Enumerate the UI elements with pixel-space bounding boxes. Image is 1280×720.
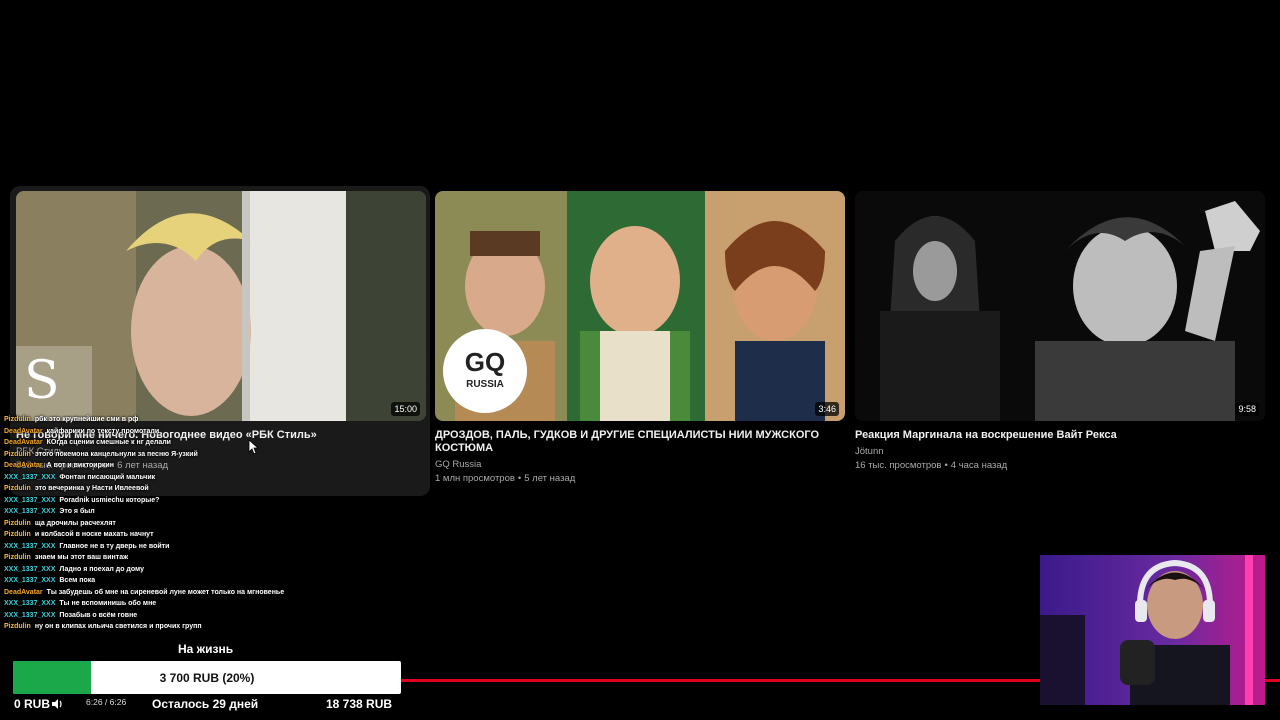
chat-text: кайфарики по тексту промотали — [46, 427, 160, 435]
chat-text: Это я был — [59, 508, 95, 515]
chat-text: А вот и виктоиркин — [46, 462, 114, 469]
goal-current: 0 RUB — [14, 697, 51, 711]
video-title[interactable]: ДРОЗДОВ, ПАЛЬ, ГУДКОВ И ДРУГИЕ СПЕЦИАЛИС… — [435, 429, 845, 455]
thumbnail-image — [855, 191, 1265, 421]
streamer-webcam — [1040, 555, 1265, 705]
video-duration: 9:58 — [1235, 402, 1259, 416]
chat-text: ну он в клипах ильича светился и прочих … — [34, 623, 202, 630]
chat-text: Позабыв о всём говне — [59, 611, 138, 619]
chat-username: XXX_1337_XXX — [4, 600, 56, 607]
chat-text: это вечеринка у Насти Ивлеевой — [34, 485, 149, 492]
video-thumbnail[interactable]: S 15:00 — [16, 191, 426, 421]
chat-message: DeadAvatar КОгда сцении смешные к нг дела… — [4, 437, 304, 449]
chat-text: Фонтан писающий мальчик — [59, 473, 156, 481]
chat-message: XXX_1337_XXX Фонтан писающий мальчик — [4, 472, 304, 484]
chat-text: Всем пока — [59, 577, 96, 584]
goal-total: 18 738 RUB — [326, 697, 393, 711]
chat-username: XXX_1337_XXX — [4, 577, 56, 584]
chat-message: Pizdulin знаем мы этот ваш винтаж — [4, 552, 304, 564]
video-title[interactable]: Реакция Маргинала на воскрешение Вайт Ре… — [855, 429, 1265, 442]
volume-icon[interactable] — [50, 697, 64, 711]
chat-text: ща дрочилы расчехлят — [34, 519, 116, 527]
view-count: 1 млн просмотров — [435, 473, 515, 484]
chat-message: DeadAvatar кайфарики по тексту промотали — [4, 426, 304, 438]
chat-message: DeadAvatar А вот и виктоиркин — [4, 460, 304, 472]
chat-text: Ты забудешь об мне на сиреневой луне мож… — [46, 588, 285, 596]
chat-username: DeadAvatar — [4, 588, 43, 596]
goal-remaining: Осталось 29 дней — [152, 697, 259, 711]
chat-message: Pizdulin это вечеринка у Насти Ивлеевой — [4, 483, 304, 495]
chat-message: XXX_1337_XXX Всем пока — [4, 575, 304, 587]
chat-username: Pizdulin — [4, 519, 31, 527]
upload-age: 5 лет назад — [524, 473, 576, 484]
chat-text: и колбасой в носке махать начнут — [34, 531, 154, 538]
video-meta: 1 млн просмотров • 5 лет назад — [435, 473, 576, 484]
gq-logo-subtext: RUSSIA — [466, 379, 504, 390]
gq-logo-text: GQ — [464, 347, 506, 377]
video-meta: 16 тыс. просмотров • 4 часа назад — [855, 460, 1008, 471]
view-count: 16 тыс. просмотров — [855, 460, 942, 471]
chat-message: XXX_1337_XXX Poradnik usmiechu которые? — [4, 495, 304, 507]
chat-message: Pizdulin рбк это крупнейшие сми в рф — [4, 414, 304, 426]
video-duration: 15:00 — [391, 402, 420, 416]
thumbnail-image — [16, 191, 426, 421]
channel-name[interactable]: GQ Russia — [435, 459, 845, 470]
chat-username: XXX_1337_XXX — [4, 496, 56, 504]
chat-username: XXX_1337_XXX — [4, 565, 56, 573]
stream-chat: Pizdulin рбк это крупнейшие сми в рф DeadA… — [4, 414, 304, 633]
goal-progress-bar: 3 700 RUB (20%) — [13, 661, 401, 694]
chat-message: XXX_1337_XXX Это я был — [4, 506, 304, 518]
chat-text: рбк это крупнейшие сми в рф — [34, 416, 139, 423]
chat-username: DeadAvatar — [4, 462, 43, 469]
chat-message: XXX_1337_XXX Главное не в ту дверь не вой… — [4, 541, 304, 553]
chat-username: Pizdulin — [4, 485, 31, 492]
chat-message: Pizdulin и колбасой в носке махать начнут — [4, 529, 304, 541]
chat-text: этого покемона канцельнули за песню Я-уз… — [34, 450, 198, 458]
video-duration: 3:46 — [815, 402, 839, 416]
chat-text: Poradnik usmiechu которые? — [59, 496, 160, 504]
chat-username: XXX_1337_XXX — [4, 508, 56, 515]
chat-text: знаем мы этот ваш винтаж — [34, 554, 129, 561]
chat-message: XXX_1337_XXX Ты не вспоминишь обо мне — [4, 598, 304, 610]
webcam-image — [1040, 555, 1265, 705]
chat-message: XXX_1337_XXX Ладно я поехал до дому — [4, 564, 304, 576]
goal-amount: 3 700 RUB (20%) — [159, 670, 255, 685]
channel-name[interactable]: Jötunn — [855, 446, 1265, 457]
chat-message: XXX_1337_XXX Позабыв о всём говне — [4, 610, 304, 622]
chat-username: DeadAvatar — [4, 427, 43, 435]
chat-message: Pizdulin этого покемона канцельнули за пе… — [4, 449, 304, 461]
chat-text: Ты не вспоминишь обо мне — [59, 600, 157, 607]
video-thumbnail[interactable]: 9:58 — [855, 191, 1265, 421]
chat-text: Главное не в ту дверь не войти — [59, 542, 170, 550]
chat-username: Pizdulin — [4, 450, 31, 458]
chat-message: DeadAvatar Ты забудешь об мне на сиренево… — [4, 587, 304, 599]
goal-title: На жизнь — [178, 642, 234, 656]
video-thumbnail[interactable]: GQ RUSSIA 3:46 — [435, 191, 845, 421]
chat-username: XXX_1337_XXX — [4, 611, 56, 619]
chat-username: DeadAvatar — [4, 439, 43, 446]
chat-username: Pizdulin — [4, 623, 31, 630]
chat-text: КОгда сцении смешные к нг делали — [46, 439, 171, 446]
upload-age: 4 часа назад — [950, 460, 1008, 471]
video-card[interactable]: 9:58 Реакция Маргинала на воскрешение Ва… — [855, 191, 1265, 471]
chat-text: Ладно я поехал до дому — [59, 565, 145, 573]
channel-logo-overlay: S — [24, 351, 60, 411]
video-card[interactable]: GQ RUSSIA 3:46 ДРОЗДОВ, ПАЛЬ, ГУДКОВ И Д… — [435, 191, 845, 484]
chat-username: XXX_1337_XXX — [4, 542, 56, 550]
chat-username: XXX_1337_XXX — [4, 473, 56, 481]
chat-username: Pizdulin — [4, 531, 31, 538]
chat-username: Pizdulin — [4, 554, 31, 561]
player-time: 6:26 / 6:26 — [86, 697, 127, 707]
chat-message: Pizdulin ща дрочилы расчехлят — [4, 518, 304, 530]
chat-username: Pizdulin — [4, 416, 31, 423]
chat-message: Pizdulin ну он в клипах ильича светился и… — [4, 621, 304, 633]
